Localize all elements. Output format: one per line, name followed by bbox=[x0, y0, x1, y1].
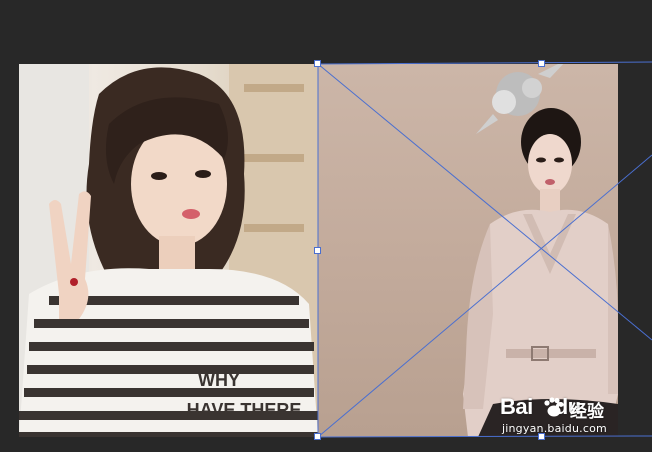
photo-layer-right[interactable] bbox=[318, 64, 618, 437]
watermark-chinese-text: 经验 bbox=[570, 402, 604, 422]
transform-handle-top-left[interactable] bbox=[314, 60, 321, 67]
baidu-paw-icon bbox=[542, 396, 564, 423]
document-canvas[interactable]: WHY HAVE THERE Bai du 经验 jingyan.baidu.c… bbox=[0, 0, 652, 452]
transform-handle-bottom-center[interactable] bbox=[538, 433, 545, 440]
transform-handle-middle-left[interactable] bbox=[314, 247, 321, 254]
transform-handle-top-center[interactable] bbox=[538, 60, 545, 67]
photo-layer-left[interactable]: WHY HAVE THERE bbox=[19, 64, 318, 437]
portrait-striped-shirt-image: WHY HAVE THERE bbox=[19, 64, 318, 437]
baidu-jingyan-watermark: Bai du 经验 jingyan.baidu.com bbox=[496, 394, 618, 436]
woman-beige-blazer-image bbox=[463, 64, 618, 437]
watermark-brand-text: Bai du bbox=[500, 394, 581, 419]
shirt-text-line1: WHY bbox=[198, 370, 240, 390]
transform-handle-bottom-left[interactable] bbox=[314, 433, 321, 440]
watermark-url-text: jingyan.baidu.com bbox=[502, 422, 607, 435]
shirt-text-line2: HAVE THERE bbox=[187, 400, 302, 420]
